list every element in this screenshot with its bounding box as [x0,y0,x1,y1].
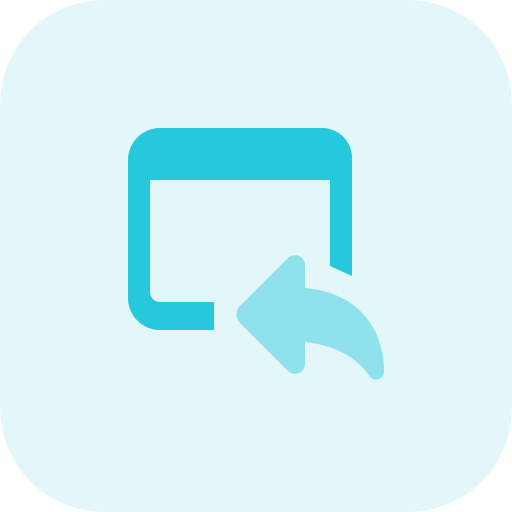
icon-background [0,0,512,512]
browser-window-back-arrow-icon [0,0,512,512]
app-icon-tile [0,0,512,512]
